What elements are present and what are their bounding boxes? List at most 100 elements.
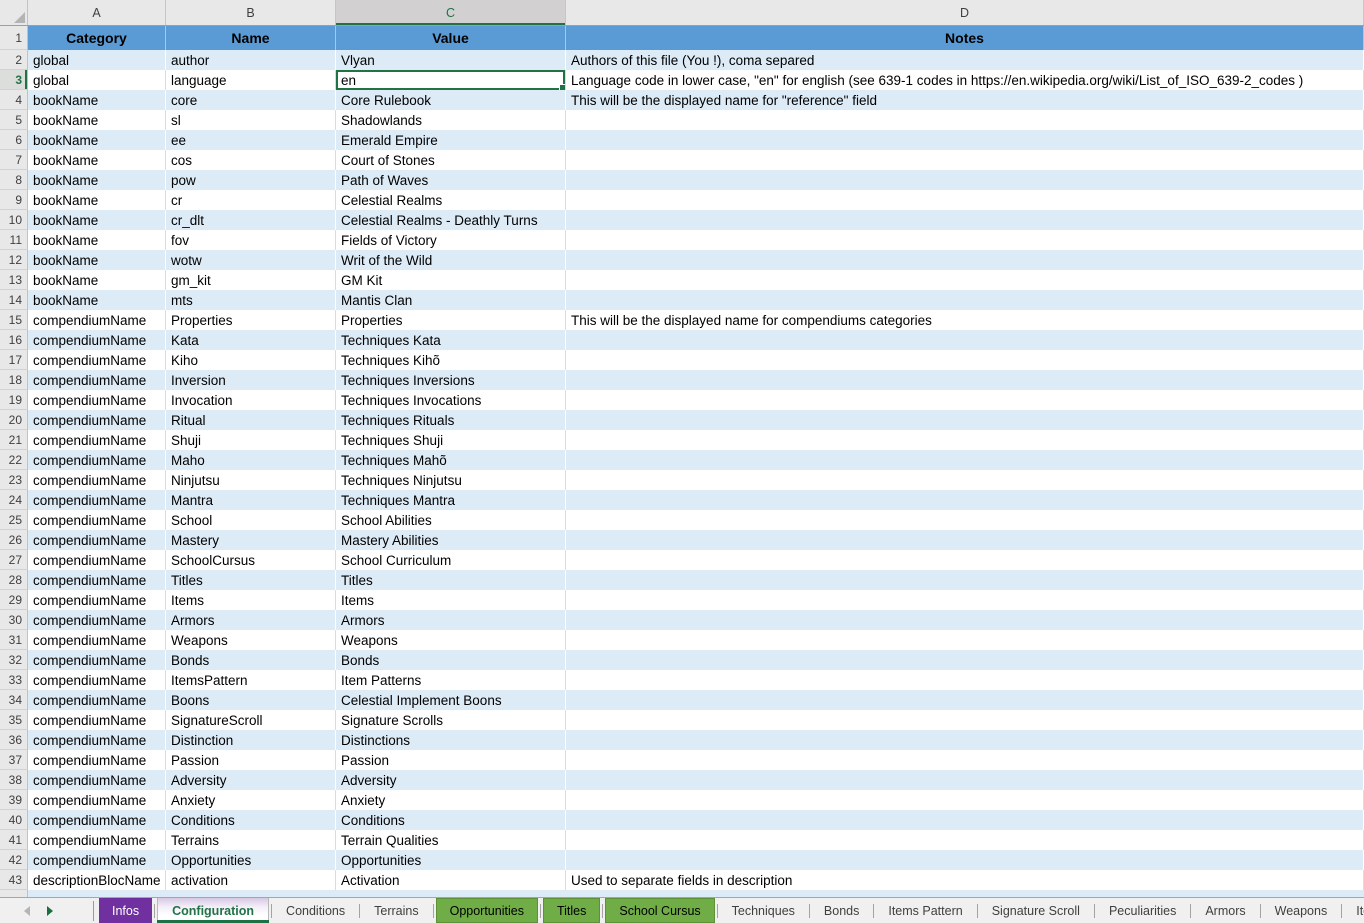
cell-A31[interactable]: compendiumName [28, 630, 166, 650]
column-header-A[interactable]: A [28, 0, 166, 25]
cell-A42[interactable]: compendiumName [28, 850, 166, 870]
cell-B15[interactable]: Properties [166, 310, 336, 330]
row-header-5[interactable]: 5 [0, 110, 28, 130]
cell-D8[interactable] [566, 170, 1364, 190]
row-header-37[interactable]: 37 [0, 750, 28, 770]
cell-B11[interactable]: fov [166, 230, 336, 250]
cell-A4[interactable]: bookName [28, 90, 166, 110]
row-header-40[interactable]: 40 [0, 810, 28, 830]
cell-B20[interactable]: Ritual [166, 410, 336, 430]
cell-C4[interactable]: Core Rulebook [336, 90, 566, 110]
cell-A8[interactable]: bookName [28, 170, 166, 190]
cell-A2[interactable]: global [28, 50, 166, 70]
cell-C39[interactable]: Anxiety [336, 790, 566, 810]
cell-C35[interactable]: Signature Scrolls [336, 710, 566, 730]
cell-A22[interactable]: compendiumName [28, 450, 166, 470]
cell-D17[interactable] [566, 350, 1364, 370]
cell-B32[interactable]: Bonds [166, 650, 336, 670]
cell-D42[interactable] [566, 850, 1364, 870]
selected-cell-C3[interactable]: en [336, 70, 566, 90]
row-header-41[interactable]: 41 [0, 830, 28, 850]
cell-C31[interactable]: Weapons [336, 630, 566, 650]
cell-B35[interactable]: SignatureScroll [166, 710, 336, 730]
sheet-tab-items-pattern[interactable]: Items Pattern [875, 898, 975, 923]
cell-A10[interactable]: bookName [28, 210, 166, 230]
cell-D25[interactable] [566, 510, 1364, 530]
cell-B31[interactable]: Weapons [166, 630, 336, 650]
row-header-9[interactable]: 9 [0, 190, 28, 210]
cell-A33[interactable]: compendiumName [28, 670, 166, 690]
cell-A39[interactable]: compendiumName [28, 790, 166, 810]
column-header-D[interactable]: D [566, 0, 1364, 25]
cell-D26[interactable] [566, 530, 1364, 550]
cell-A24[interactable]: compendiumName [28, 490, 166, 510]
cell-A23[interactable]: compendiumName [28, 470, 166, 490]
cell-A35[interactable]: compendiumName [28, 710, 166, 730]
sheet-tab-techniques[interactable]: Techniques [719, 898, 808, 923]
row-header-4[interactable]: 4 [0, 90, 28, 110]
cell-D18[interactable] [566, 370, 1364, 390]
cell-B33[interactable]: ItemsPattern [166, 670, 336, 690]
cell-B14[interactable]: mts [166, 290, 336, 310]
cell-D37[interactable] [566, 750, 1364, 770]
row-header-36[interactable]: 36 [0, 730, 28, 750]
cell-A7[interactable]: bookName [28, 150, 166, 170]
sheet-tab-opportunities[interactable]: Opportunities [436, 898, 538, 923]
cell-A40[interactable]: compendiumName [28, 810, 166, 830]
cell-C24[interactable]: Techniques Mantra [336, 490, 566, 510]
cell-A36[interactable]: compendiumName [28, 730, 166, 750]
cell-A16[interactable]: compendiumName [28, 330, 166, 350]
cell-A41[interactable]: compendiumName [28, 830, 166, 850]
cell-D32[interactable] [566, 650, 1364, 670]
cell-C8[interactable]: Path of Waves [336, 170, 566, 190]
cell-D15[interactable]: This will be the displayed name for comp… [566, 310, 1364, 330]
row-header-30[interactable]: 30 [0, 610, 28, 630]
cell-D39[interactable] [566, 790, 1364, 810]
cell-D4[interactable]: This will be the displayed name for "ref… [566, 90, 1364, 110]
cell-D12[interactable] [566, 250, 1364, 270]
row-header-25[interactable]: 25 [0, 510, 28, 530]
cell-A5[interactable]: bookName [28, 110, 166, 130]
cell-D20[interactable] [566, 410, 1364, 430]
row-header-27[interactable]: 27 [0, 550, 28, 570]
cell-C18[interactable]: Techniques Inversions [336, 370, 566, 390]
cell-A3[interactable]: global [28, 70, 166, 90]
cell-C10[interactable]: Celestial Realms - Deathly Turns [336, 210, 566, 230]
row-header-34[interactable]: 34 [0, 690, 28, 710]
cell-D24[interactable] [566, 490, 1364, 510]
cell-B17[interactable]: Kiho [166, 350, 336, 370]
row-header-23[interactable]: 23 [0, 470, 28, 490]
column-header-B[interactable]: B [166, 0, 336, 25]
cell-C38[interactable]: Adversity [336, 770, 566, 790]
cell-A12[interactable]: bookName [28, 250, 166, 270]
cell-A15[interactable]: compendiumName [28, 310, 166, 330]
row-header-14[interactable]: 14 [0, 290, 28, 310]
cell-B4[interactable]: core [166, 90, 336, 110]
cell-C34[interactable]: Celestial Implement Boons [336, 690, 566, 710]
cell-C21[interactable]: Techniques Shuji [336, 430, 566, 450]
cell-A9[interactable]: bookName [28, 190, 166, 210]
cell-B10[interactable]: cr_dlt [166, 210, 336, 230]
cell-B36[interactable]: Distinction [166, 730, 336, 750]
cell-B23[interactable]: Ninjutsu [166, 470, 336, 490]
cell-D35[interactable] [566, 710, 1364, 730]
cell-C5[interactable]: Shadowlands [336, 110, 566, 130]
cell-B16[interactable]: Kata [166, 330, 336, 350]
cell-B25[interactable]: School [166, 510, 336, 530]
cell-A19[interactable]: compendiumName [28, 390, 166, 410]
row-header-39[interactable]: 39 [0, 790, 28, 810]
cell-A27[interactable]: compendiumName [28, 550, 166, 570]
cell-D16[interactable] [566, 330, 1364, 350]
cell-D29[interactable] [566, 590, 1364, 610]
cell-D7[interactable] [566, 150, 1364, 170]
row-header-32[interactable]: 32 [0, 650, 28, 670]
cell-D38[interactable] [566, 770, 1364, 790]
cell-C20[interactable]: Techniques Rituals [336, 410, 566, 430]
cell-D14[interactable] [566, 290, 1364, 310]
cell-A37[interactable]: compendiumName [28, 750, 166, 770]
cell-C43[interactable]: Activation [336, 870, 566, 890]
header-cell-name[interactable]: Name [166, 26, 336, 50]
row-header-13[interactable]: 13 [0, 270, 28, 290]
cell-D19[interactable] [566, 390, 1364, 410]
cell-C22[interactable]: Techniques Mahõ [336, 450, 566, 470]
